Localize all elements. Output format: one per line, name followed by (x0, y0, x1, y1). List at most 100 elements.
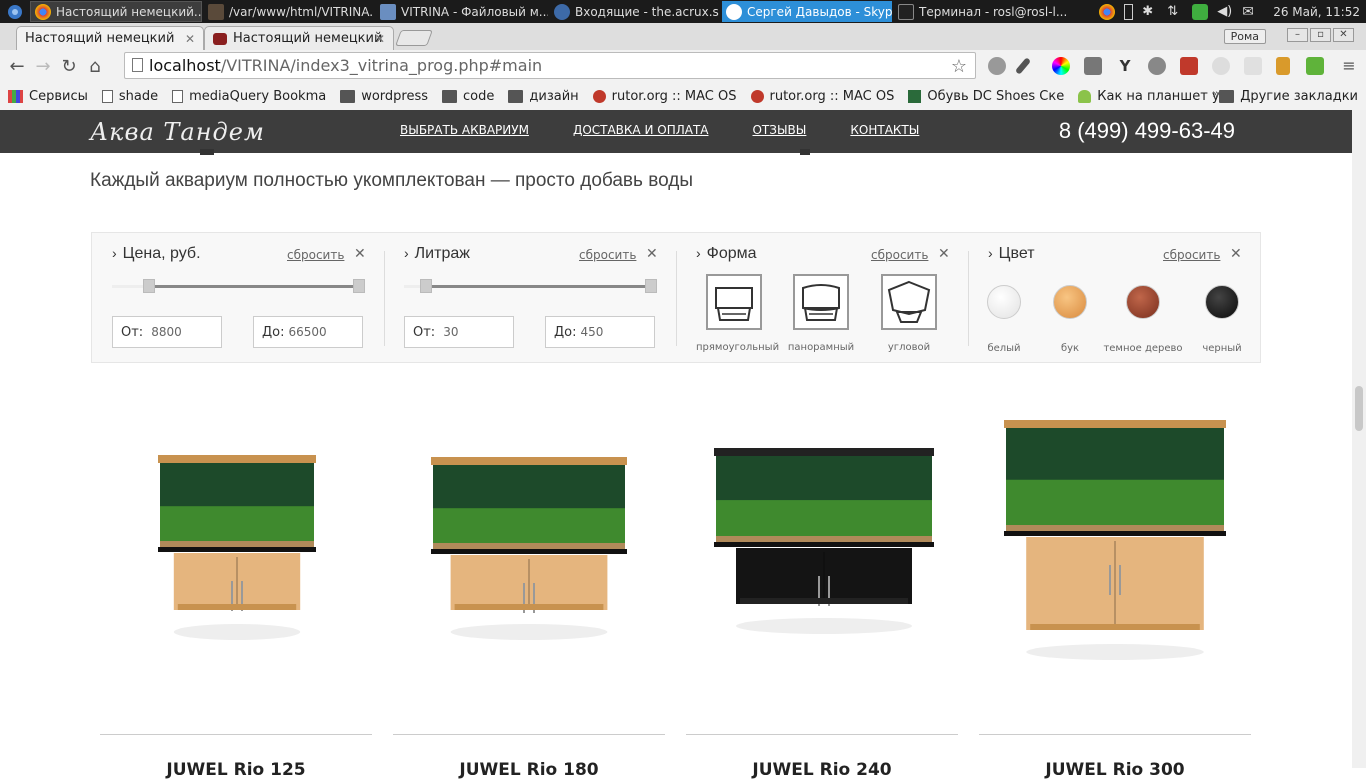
bookmark-star-icon[interactable]: ☆ (951, 56, 967, 77)
taskbar-item-terminal[interactable]: Терминал - rosl@rosl-l... (894, 1, 1066, 22)
bookmark-mediaquery[interactable]: mediaQuery Bookma (172, 89, 326, 104)
clock[interactable]: 26 Май, 11:52 (1273, 5, 1360, 19)
color-beech-swatch[interactable] (1053, 285, 1087, 319)
bookmark-tablet[interactable]: Как на планшет уст (1078, 89, 1234, 104)
page-scrollbar[interactable] (1352, 110, 1366, 768)
close-tab-icon[interactable]: ✕ (185, 32, 195, 46)
nav-contacts[interactable]: КОНТАКТЫ (850, 123, 919, 137)
download-icon[interactable] (1306, 57, 1324, 75)
bookmark-rutor-1[interactable]: rutor.org :: MAC OS (592, 89, 737, 104)
yandex-icon[interactable]: Y (1116, 57, 1134, 75)
price-from-input[interactable]: От: 8800 (112, 316, 222, 348)
bookmark-rutor-2[interactable]: rutor.org :: MAC OS (750, 89, 894, 104)
reset-link[interactable]: сбросить (871, 248, 928, 262)
color-picker-icon[interactable] (1052, 57, 1070, 75)
back-button[interactable]: ← (4, 56, 30, 77)
tab-second[interactable]: Настоящий немецкий ✕ (204, 26, 394, 50)
updates-icon[interactable] (1192, 3, 1209, 20)
menu-icon[interactable]: ≡ (1340, 57, 1358, 75)
product-image[interactable] (100, 380, 372, 700)
taskbar-item-skype[interactable]: Сергей Давыдов - Skyp... (722, 1, 892, 22)
filter-title[interactable]: › Цена, руб. (112, 245, 201, 263)
extension-icon[interactable] (1148, 57, 1166, 75)
angular-icon[interactable] (1084, 57, 1102, 75)
close-tab-icon[interactable]: ✕ (375, 32, 385, 46)
bookmark-folder-wordpress[interactable]: wordpress (340, 89, 428, 104)
chrome-tray-icon[interactable] (1099, 3, 1116, 20)
tab-active[interactable]: Настоящий немецкий ✕ (16, 26, 204, 50)
network-icon[interactable]: ⇅ (1167, 4, 1183, 20)
reload-button[interactable]: ↻ (56, 56, 82, 77)
battery-icon[interactable] (1124, 3, 1134, 20)
slider-handle-max[interactable] (645, 279, 657, 293)
close-icon[interactable]: ✕ (646, 246, 658, 262)
start-menu-button[interactable] (0, 0, 30, 23)
home-button[interactable]: ⌂ (82, 56, 108, 77)
product-image[interactable] (686, 380, 958, 700)
volume-slider[interactable] (404, 279, 657, 293)
product-card[interactable]: JUWEL Rio 240 (686, 380, 958, 780)
minimize-button[interactable]: – (1287, 28, 1308, 42)
taskbar-item-chrome[interactable]: Настоящий немецкий... (30, 1, 202, 22)
adblock-icon[interactable] (988, 57, 1006, 75)
profile-button[interactable]: Рома (1223, 29, 1266, 44)
product-card[interactable]: JUWEL Rio 300 (979, 380, 1251, 780)
volume-from-input[interactable]: От: 30 (404, 316, 514, 348)
product-image[interactable] (393, 380, 665, 700)
product-title[interactable]: JUWEL Rio 240 (686, 760, 958, 780)
scrollbar-thumb[interactable] (1355, 386, 1363, 431)
filter-title[interactable]: › Литраж (404, 245, 470, 263)
close-icon[interactable]: ✕ (1230, 246, 1242, 262)
close-icon[interactable]: ✕ (354, 246, 366, 262)
volume-to-input[interactable]: До: 450 (545, 316, 655, 348)
product-title[interactable]: JUWEL Rio 180 (393, 760, 665, 780)
color-black-swatch[interactable] (1205, 285, 1239, 319)
shape-panoramic-option[interactable] (793, 274, 849, 330)
color-dark-wood-swatch[interactable] (1126, 285, 1160, 319)
nav-delivery[interactable]: ДОСТАВКА И ОПЛАТА (573, 123, 709, 137)
color-white-swatch[interactable] (987, 285, 1021, 319)
product-image[interactable] (979, 380, 1251, 700)
bookmark-folder-design[interactable]: дизайн (508, 89, 579, 104)
slider-handle-min[interactable] (420, 279, 432, 293)
close-icon[interactable]: ✕ (938, 246, 950, 262)
bookmark-dc-shoes[interactable]: Обувь DC Shoes Ске (908, 89, 1064, 104)
tools-icon[interactable] (1276, 57, 1290, 75)
taskbar-item-editor[interactable]: /var/www/html/VITRINA... (204, 1, 374, 22)
product-card[interactable]: JUWEL Rio 180 (393, 380, 665, 780)
product-title[interactable]: JUWEL Rio 125 (100, 760, 372, 780)
mail-tray-icon[interactable]: ✉ (1242, 4, 1258, 20)
product-card[interactable]: JUWEL Rio 125 (100, 380, 372, 780)
address-bar[interactable]: localhost/VITRINA/index3_vitrina_prog.ph… (124, 52, 976, 79)
close-window-button[interactable]: ✕ (1333, 28, 1354, 42)
nav-reviews[interactable]: ОТЗЫВЫ (752, 123, 806, 137)
shape-rectangular-option[interactable] (706, 274, 762, 330)
bluetooth-icon[interactable]: ✱ (1142, 4, 1158, 20)
reset-link[interactable]: сбросить (1163, 248, 1220, 262)
price-slider[interactable] (112, 279, 365, 293)
slider-handle-max[interactable] (353, 279, 365, 293)
sync-icon[interactable] (1212, 57, 1230, 75)
nav-choose-aquarium[interactable]: ВЫБРАТЬ АКВАРИУМ (400, 123, 529, 137)
new-tab-button[interactable] (395, 30, 433, 46)
bookmark-shade[interactable]: shade (101, 89, 158, 104)
maximize-button[interactable]: ▫ (1310, 28, 1331, 42)
filter-title[interactable]: › Цвет (988, 245, 1035, 263)
other-bookmarks[interactable]: Другие закладки (1219, 89, 1358, 104)
product-title[interactable]: JUWEL Rio 300 (979, 760, 1251, 780)
eyedropper-icon[interactable] (1014, 57, 1032, 75)
taskbar-item-file-manager[interactable]: VITRINA - Файловый м... (376, 1, 548, 22)
forward-button[interactable]: → (30, 56, 56, 77)
bookmark-apps[interactable]: Сервисы (8, 89, 88, 104)
phone-number[interactable]: 8 (499) 499-63-49 (1059, 118, 1235, 144)
reset-link[interactable]: сбросить (579, 248, 636, 262)
shield-icon[interactable] (1244, 57, 1262, 75)
volume-icon[interactable]: ◀) (1217, 4, 1233, 20)
taskbar-item-mail[interactable]: Входящие - the.acrux.s... (550, 1, 720, 22)
site-logo[interactable]: Аква Тандем (90, 118, 265, 146)
price-to-input[interactable]: До: 66500 (253, 316, 363, 348)
cors-icon[interactable] (1180, 57, 1198, 75)
bookmark-folder-code[interactable]: code (442, 89, 494, 104)
reset-link[interactable]: сбросить (287, 248, 344, 262)
shape-corner-option[interactable] (881, 274, 937, 330)
